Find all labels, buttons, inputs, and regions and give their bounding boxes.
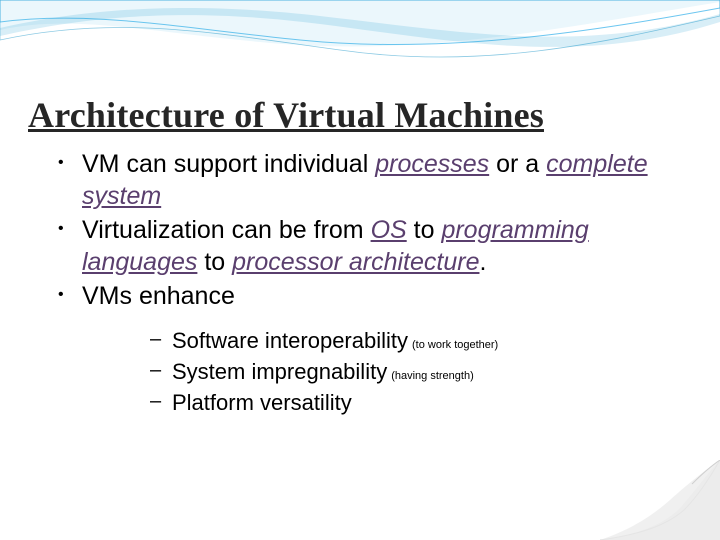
text: .	[479, 248, 486, 276]
text: Software interoperability	[172, 328, 408, 353]
emphasis: processes	[375, 150, 489, 178]
text: to	[197, 248, 232, 276]
text: Virtualization can be from	[82, 216, 371, 244]
bullet-item: VMs enhance Software interoperability (to…	[52, 280, 700, 417]
text: or a	[489, 150, 546, 178]
bullet-item: VM can support individual processes or a…	[52, 148, 700, 212]
text: VMs enhance	[82, 282, 235, 310]
slide-content: VM can support individual processes or a…	[52, 148, 700, 419]
slide-title: Architecture of Virtual Machines	[28, 94, 544, 136]
text: System impregnability	[172, 359, 387, 384]
bullet-item: Virtualization can be from OS to program…	[52, 214, 700, 278]
text: to	[407, 216, 442, 244]
main-bullet-list: VM can support individual processes or a…	[52, 148, 700, 417]
sub-bullet-item: Platform versatility	[146, 388, 700, 417]
sub-bullet-item: System impregnability (having strength)	[146, 357, 700, 386]
sub-bullet-list: Software interoperability (to work togeth…	[146, 326, 700, 417]
note: (having strength)	[391, 370, 474, 382]
emphasis: OS	[371, 216, 407, 244]
corner-curl	[600, 460, 720, 540]
note: (to work together)	[412, 339, 498, 351]
text: VM can support individual	[82, 150, 375, 178]
emphasis: processor architecture	[232, 248, 479, 276]
sub-bullet-item: Software interoperability (to work togeth…	[146, 326, 700, 355]
text: Platform versatility	[172, 390, 352, 415]
